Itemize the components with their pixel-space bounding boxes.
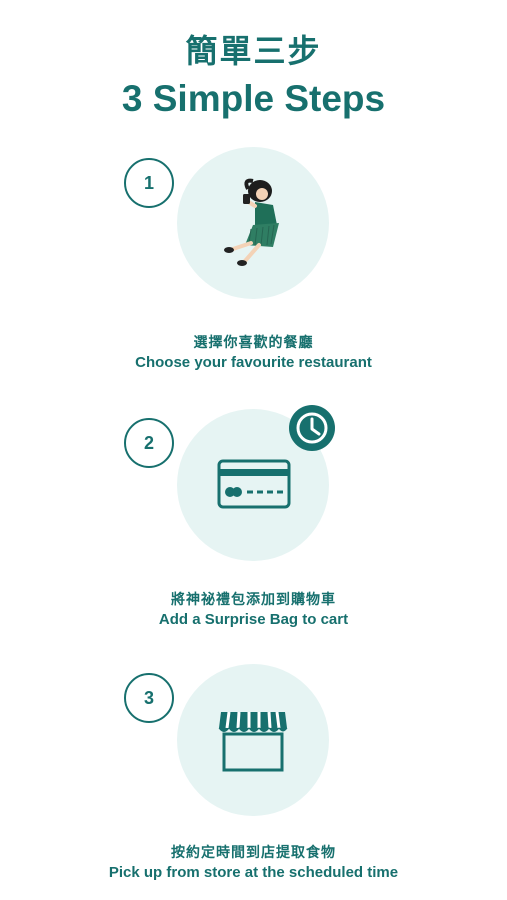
- page-title-en: 3 Simple Steps: [121, 78, 386, 119]
- clock-icon: [289, 405, 335, 451]
- step-3-label-zh: 按約定時間到店提取食物: [171, 845, 336, 861]
- step-2-label-zh: 將神祕禮包添加到購物車: [171, 592, 336, 608]
- step-1-number-badge: 1: [124, 158, 174, 208]
- credit-card-icon: [217, 459, 291, 509]
- step-2-number-badge: 2: [124, 418, 174, 468]
- girl-with-phone-illustration: [224, 178, 279, 266]
- step-2-label-en: Add a Surprise Bag to cart: [158, 611, 349, 628]
- step-1-label-en: Choose your favourite restaurant: [135, 354, 372, 371]
- step-3-label-en: Pick up from store at the scheduled time: [108, 864, 399, 881]
- page-title-zh: 簡單三步: [185, 32, 322, 70]
- step-1-label-zh: 選擇你喜歡的餐廳: [193, 335, 314, 351]
- step-3-number-badge: 3: [124, 673, 174, 723]
- storefront-icon: [218, 711, 288, 772]
